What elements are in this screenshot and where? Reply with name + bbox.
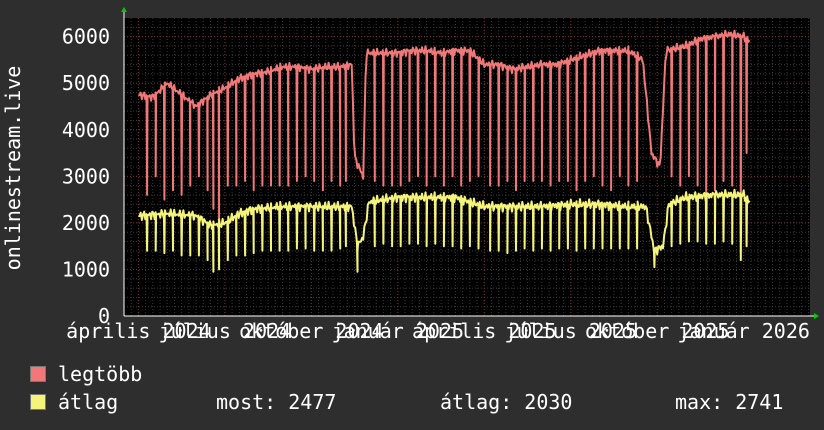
legend-item-avg: átlag [30, 391, 118, 413]
y-tick-label: 3000 [62, 164, 110, 188]
y-tick-label: 5000 [62, 71, 110, 95]
y-tick-label: 2000 [62, 211, 110, 235]
legend-label-avg: átlag [58, 390, 119, 414]
y-tick-label: 6000 [62, 25, 110, 49]
y-axis-label: onlinestream.live [1, 66, 25, 271]
x-tick-label: január 2026 [677, 319, 809, 343]
stat-max: max: 2741 [675, 390, 784, 414]
legend-label-max: legtöbb [58, 362, 143, 386]
stream-viewers-chart: 0100020003000400050006000 április 2024jú… [1, 7, 819, 343]
graph-panel: 0 1000 2000 3000 4000 5000 6000 április 2024 jú… [0, 0, 824, 430]
legend-item-max: legtöbb [30, 363, 142, 385]
stat-now: most: 2477 [216, 390, 337, 414]
y-axis-arrow [121, 7, 127, 12]
y-tick-label: 1000 [62, 257, 110, 281]
stat-avg: átlag: 2030 [440, 390, 573, 414]
x-axis-arrow [814, 313, 819, 319]
avg-swatch [30, 394, 46, 410]
max-swatch [30, 366, 46, 382]
y-tick-label: 4000 [62, 118, 110, 142]
